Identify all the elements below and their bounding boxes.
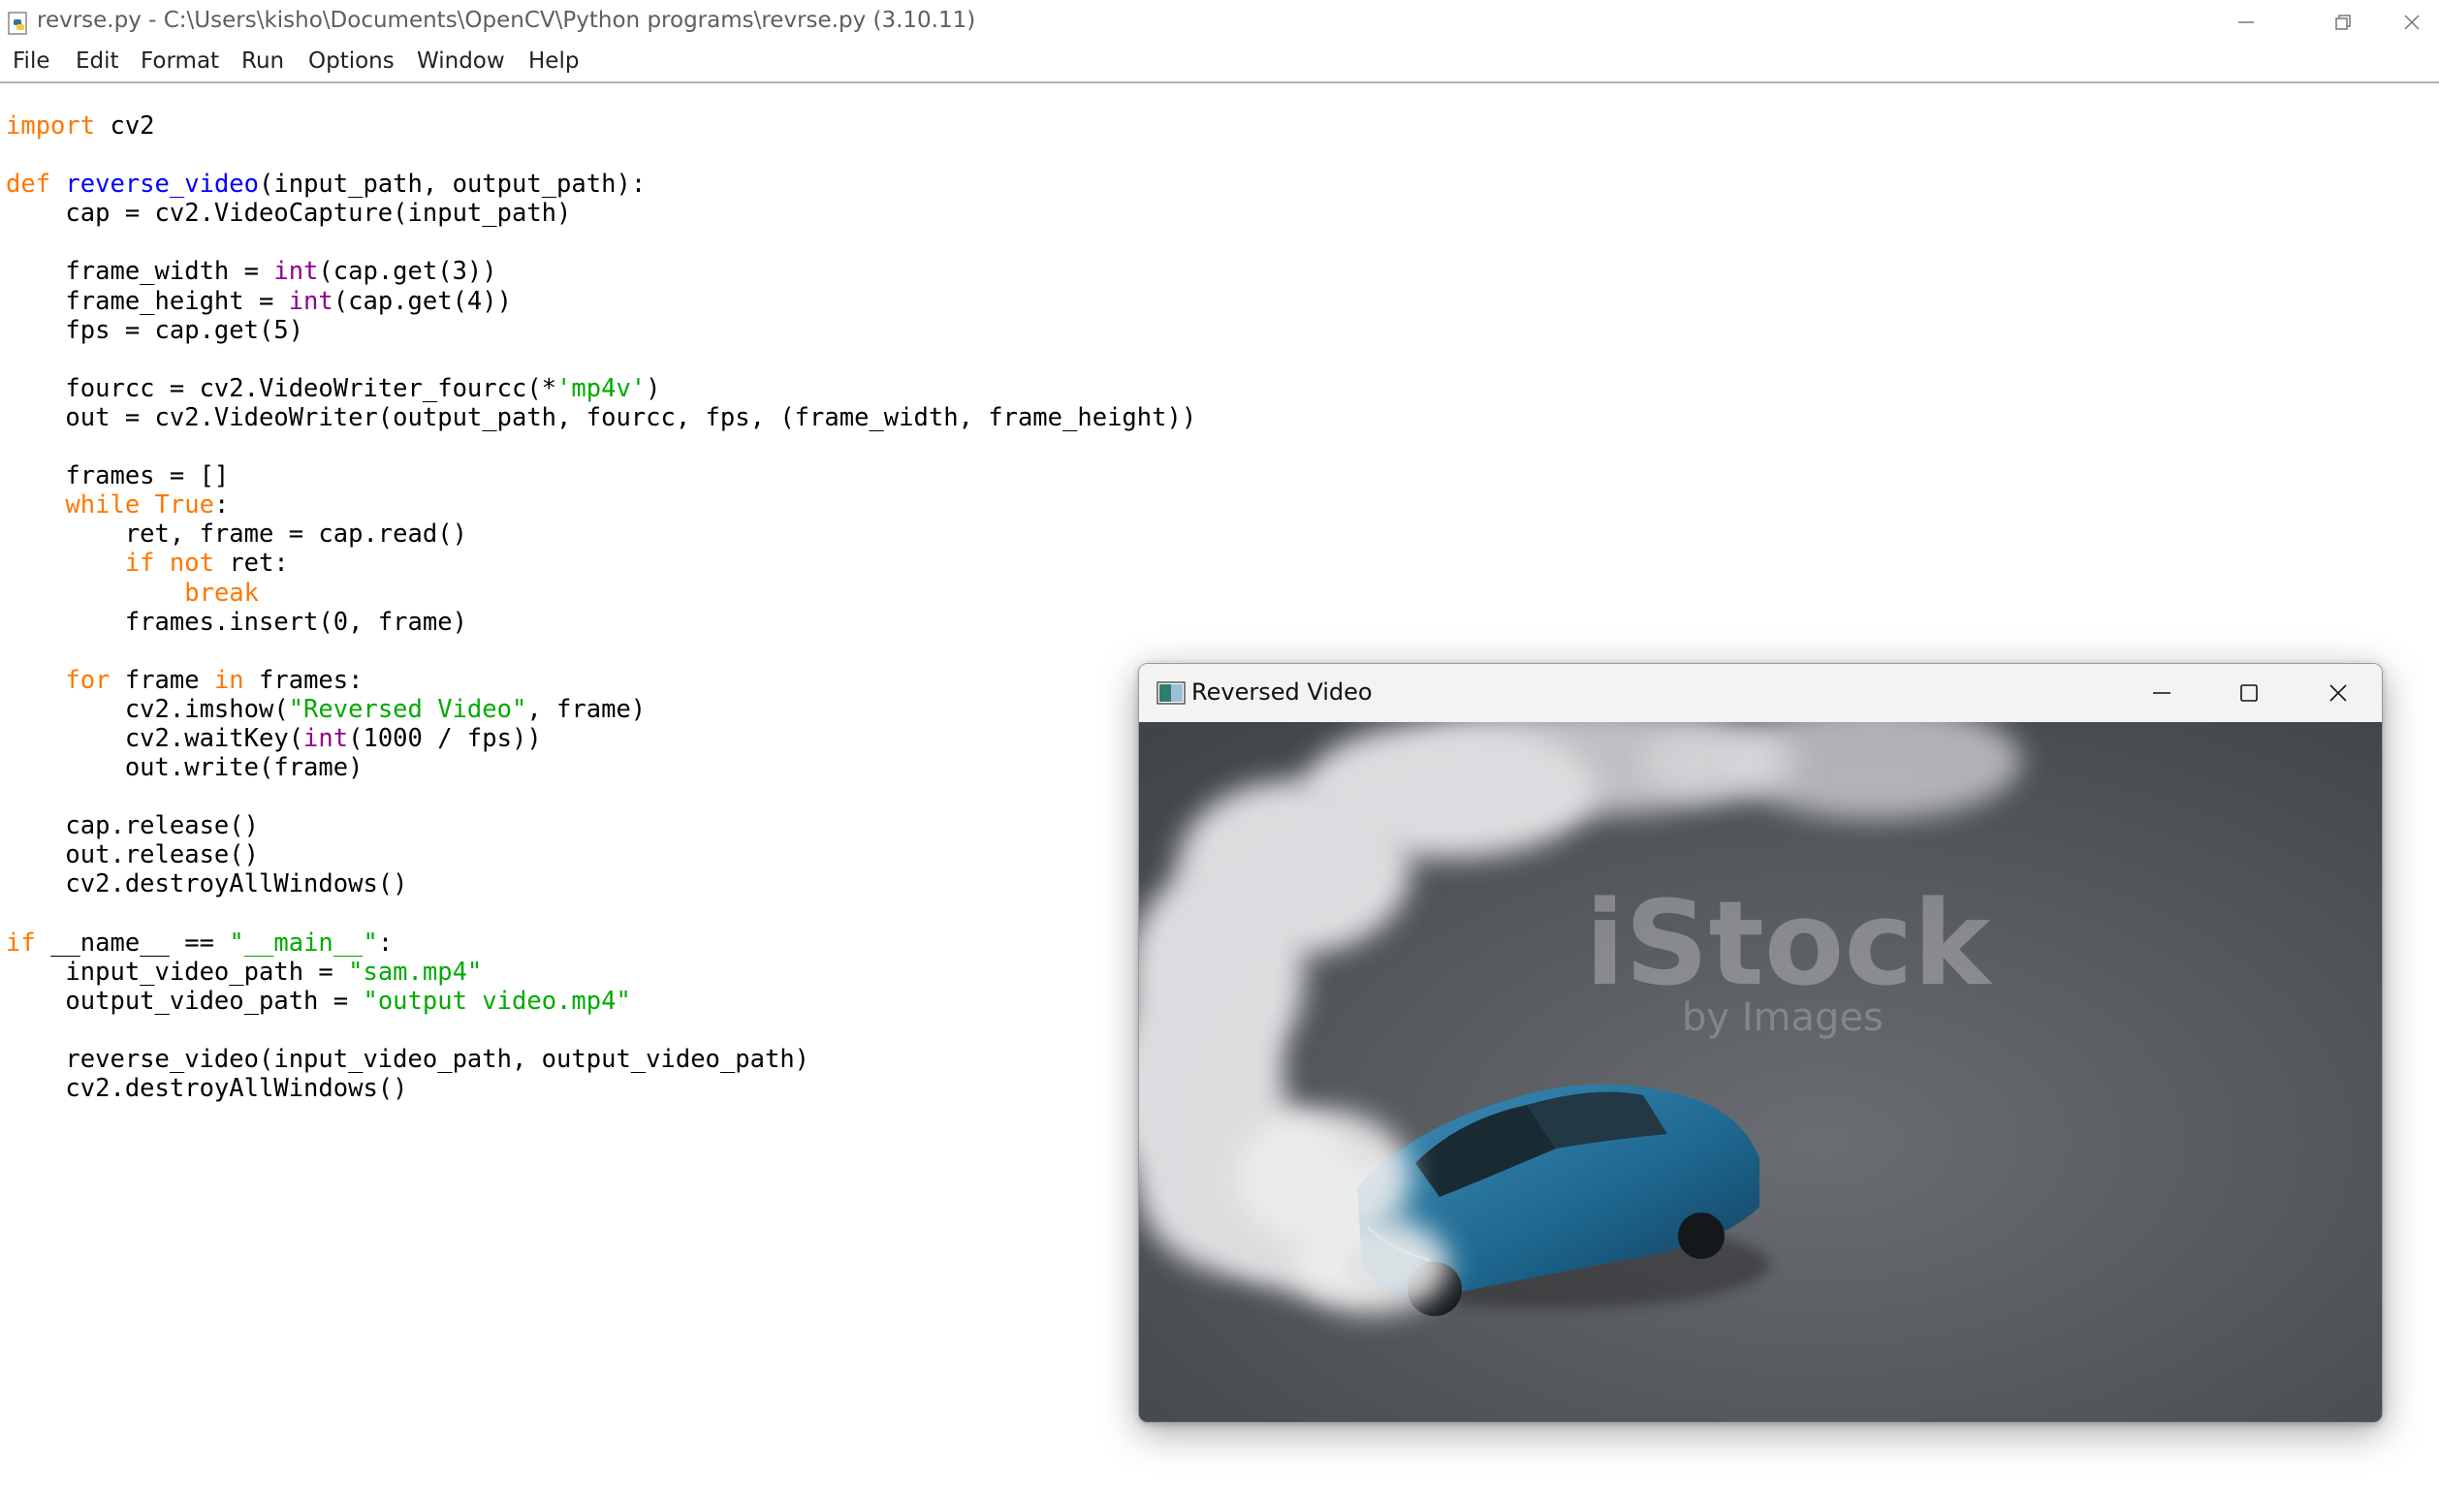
code-line: fps = cap.get(5) [6,315,304,345]
maximize-icon [2240,684,2258,702]
code-line: if __name__ == "__main__": [6,928,394,958]
video-maximize-button[interactable] [2205,664,2293,722]
code-line: out = cv2.VideoWriter(output_path, fourc… [6,402,1197,432]
code-line: cv2.imshow("Reversed Video", frame) [6,694,647,724]
watermark-text: iStock [1585,877,1993,1012]
video-frame: iStock by Images [1139,703,2382,1422]
code-line: def reverse_video(input_path, output_pat… [6,170,647,200]
menu-window[interactable]: Window [417,48,505,74]
video-window[interactable]: Reversed Video iStock by Images [1138,663,2383,1423]
close-icon [2404,15,2420,30]
code-line: break [184,578,259,608]
close-button[interactable] [2385,0,2439,45]
video-minimize-button[interactable] [2118,664,2205,722]
menu-help[interactable]: Help [528,48,579,74]
menu-run[interactable]: Run [241,48,284,74]
image-app-icon [1156,681,1186,705]
menu-options[interactable]: Options [308,48,395,74]
code-line: import cv2 [6,111,155,141]
code-line: cv2.destroyAllWindows() [6,1074,408,1104]
code-line: frame_width = int(cap.get(3)) [6,257,497,287]
code-line: reverse_video(input_video_path, output_v… [6,1045,810,1074]
code-line: cap.release() [6,811,259,841]
code-line: out.write(frame) [6,753,364,783]
code-line: fourcc = cv2.VideoWriter_fourcc(*'mp4v') [6,373,661,403]
menu-file[interactable]: File [13,48,50,74]
video-close-button[interactable] [2295,664,2382,722]
code-line: for frame in frames: [65,665,364,695]
code-line: frames.insert(0, frame) [6,607,467,637]
code-line: while True: [65,490,230,520]
code-line: cap = cv2.VideoCapture(input_path) [6,199,572,229]
close-icon [2329,684,2347,702]
minimize-icon [2153,692,2170,694]
watermark-subtext: by Images [1682,995,1884,1040]
code-line: ret, frame = cap.read() [6,520,467,550]
menu-edit[interactable]: Edit [76,48,119,74]
restore-button[interactable] [2309,0,2377,45]
code-line: frames = [] [6,461,230,491]
code-line: cv2.destroyAllWindows() [6,869,408,899]
menu-format[interactable]: Format [141,48,219,74]
python-file-icon [8,12,27,35]
restore-icon [2335,15,2351,30]
code-line: if not ret: [124,549,289,579]
code-line: cv2.waitKey(int(1000 / fps)) [6,723,542,753]
minimize-button[interactable] [2212,0,2280,45]
video-frame-image: iStock by Images [1139,703,2382,1422]
menu-bar: File Edit Format Run Options Window Help [0,45,2439,83]
code-line: input_video_path = "sam.mp4" [6,957,483,987]
window-title: revrse.py - C:\Users\kisho\Documents\Ope… [37,8,976,33]
video-window-title: Reversed Video [1191,678,1373,706]
code-editor[interactable]: import cv2 def reverse_video(input_path,… [6,111,1196,1103]
code-line: output_video_path = "output video.mp4" [6,986,631,1016]
code-line: frame_height = int(cap.get(4)) [6,286,512,316]
title-bar: revrse.py - C:\Users\kisho\Documents\Ope… [0,0,2439,45]
minimize-icon [2238,21,2254,23]
video-window-title-bar[interactable]: Reversed Video [1139,664,2382,722]
code-line: out.release() [6,840,259,870]
